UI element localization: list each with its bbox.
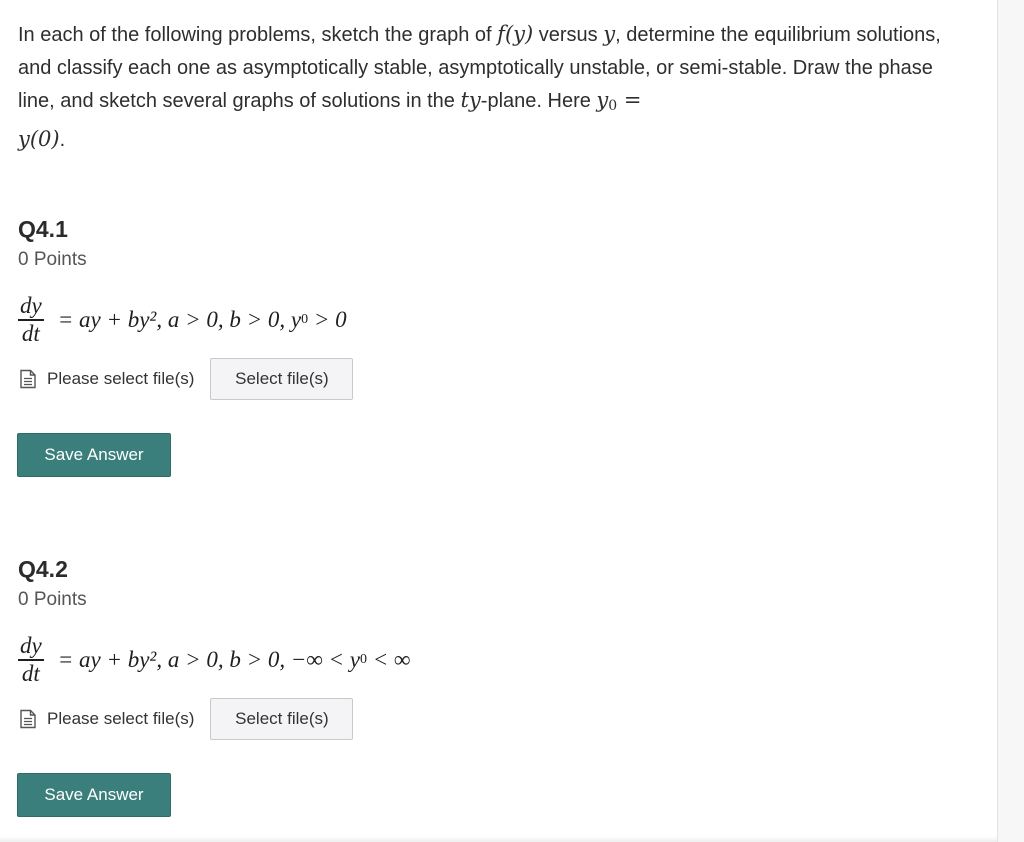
fraction-denominator: dt <box>21 660 40 686</box>
equation-condition: > 0 <box>308 307 347 332</box>
right-sidebar-edge <box>997 0 1024 842</box>
question-points: 0 Points <box>18 589 87 610</box>
save-answer-button[interactable]: Save Answer <box>17 773 171 817</box>
select-files-button[interactable]: Select file(s) <box>210 358 354 400</box>
file-upload-row: Please select file(s) Select file(s) <box>18 697 354 741</box>
equation-condition: < ∞ <box>367 647 411 672</box>
document-icon <box>18 709 38 729</box>
intro-y0-subscript: 0 <box>608 98 618 114</box>
equation-rhs: = ay + by², a > 0, b > 0, y <box>57 307 302 332</box>
intro-text-4: -plane. Here <box>480 90 597 112</box>
derivative-fraction: dy dt <box>18 293 44 347</box>
intro-text-end: . <box>59 128 66 151</box>
equation-subscript: 0 <box>301 312 309 327</box>
file-upload-label: Please select file(s) <box>47 709 195 728</box>
equation-subscript: 0 <box>360 652 368 667</box>
file-upload-label: Please select file(s) <box>47 369 195 388</box>
question-points: 0 Points <box>18 249 87 270</box>
intro-text-1: In each of the following problems, sketc… <box>18 24 498 46</box>
fraction-denominator: dt <box>21 320 40 346</box>
intro-y-math: y <box>603 22 616 46</box>
intro-fy-math: f(y) <box>497 22 534 46</box>
intro-text-2: versus <box>533 24 604 46</box>
fraction-numerator: dy <box>20 633 42 659</box>
intro-equals: = <box>617 88 642 112</box>
derivative-fraction: dy dt <box>18 633 44 687</box>
document-icon <box>18 369 38 389</box>
equation-rhs: = ay + by², a > 0, b > 0, −∞ < y <box>57 647 361 672</box>
bottom-edge-shadow <box>0 836 997 842</box>
question-equation: dy dt = ay + by², a > 0, b > 0, −∞ < y0 … <box>18 630 410 690</box>
save-answer-button[interactable]: Save Answer <box>17 433 171 477</box>
question-panel: In each of the following problems, sketc… <box>0 0 997 842</box>
question-title: Q4.2 <box>18 556 68 582</box>
fraction-numerator: dy <box>20 293 42 319</box>
intro-y-of-0-math: y(0) <box>18 126 60 151</box>
intro-y0-math: y <box>596 88 609 112</box>
intro-ty-math: ty <box>460 88 481 112</box>
question-title: Q4.1 <box>18 216 68 242</box>
select-files-button[interactable]: Select file(s) <box>210 698 354 740</box>
problem-intro: In each of the following problems, sketc… <box>18 18 948 156</box>
question-equation: dy dt = ay + by², a > 0, b > 0, y0 > 0 <box>18 290 347 350</box>
file-upload-row: Please select file(s) Select file(s) <box>18 357 354 401</box>
